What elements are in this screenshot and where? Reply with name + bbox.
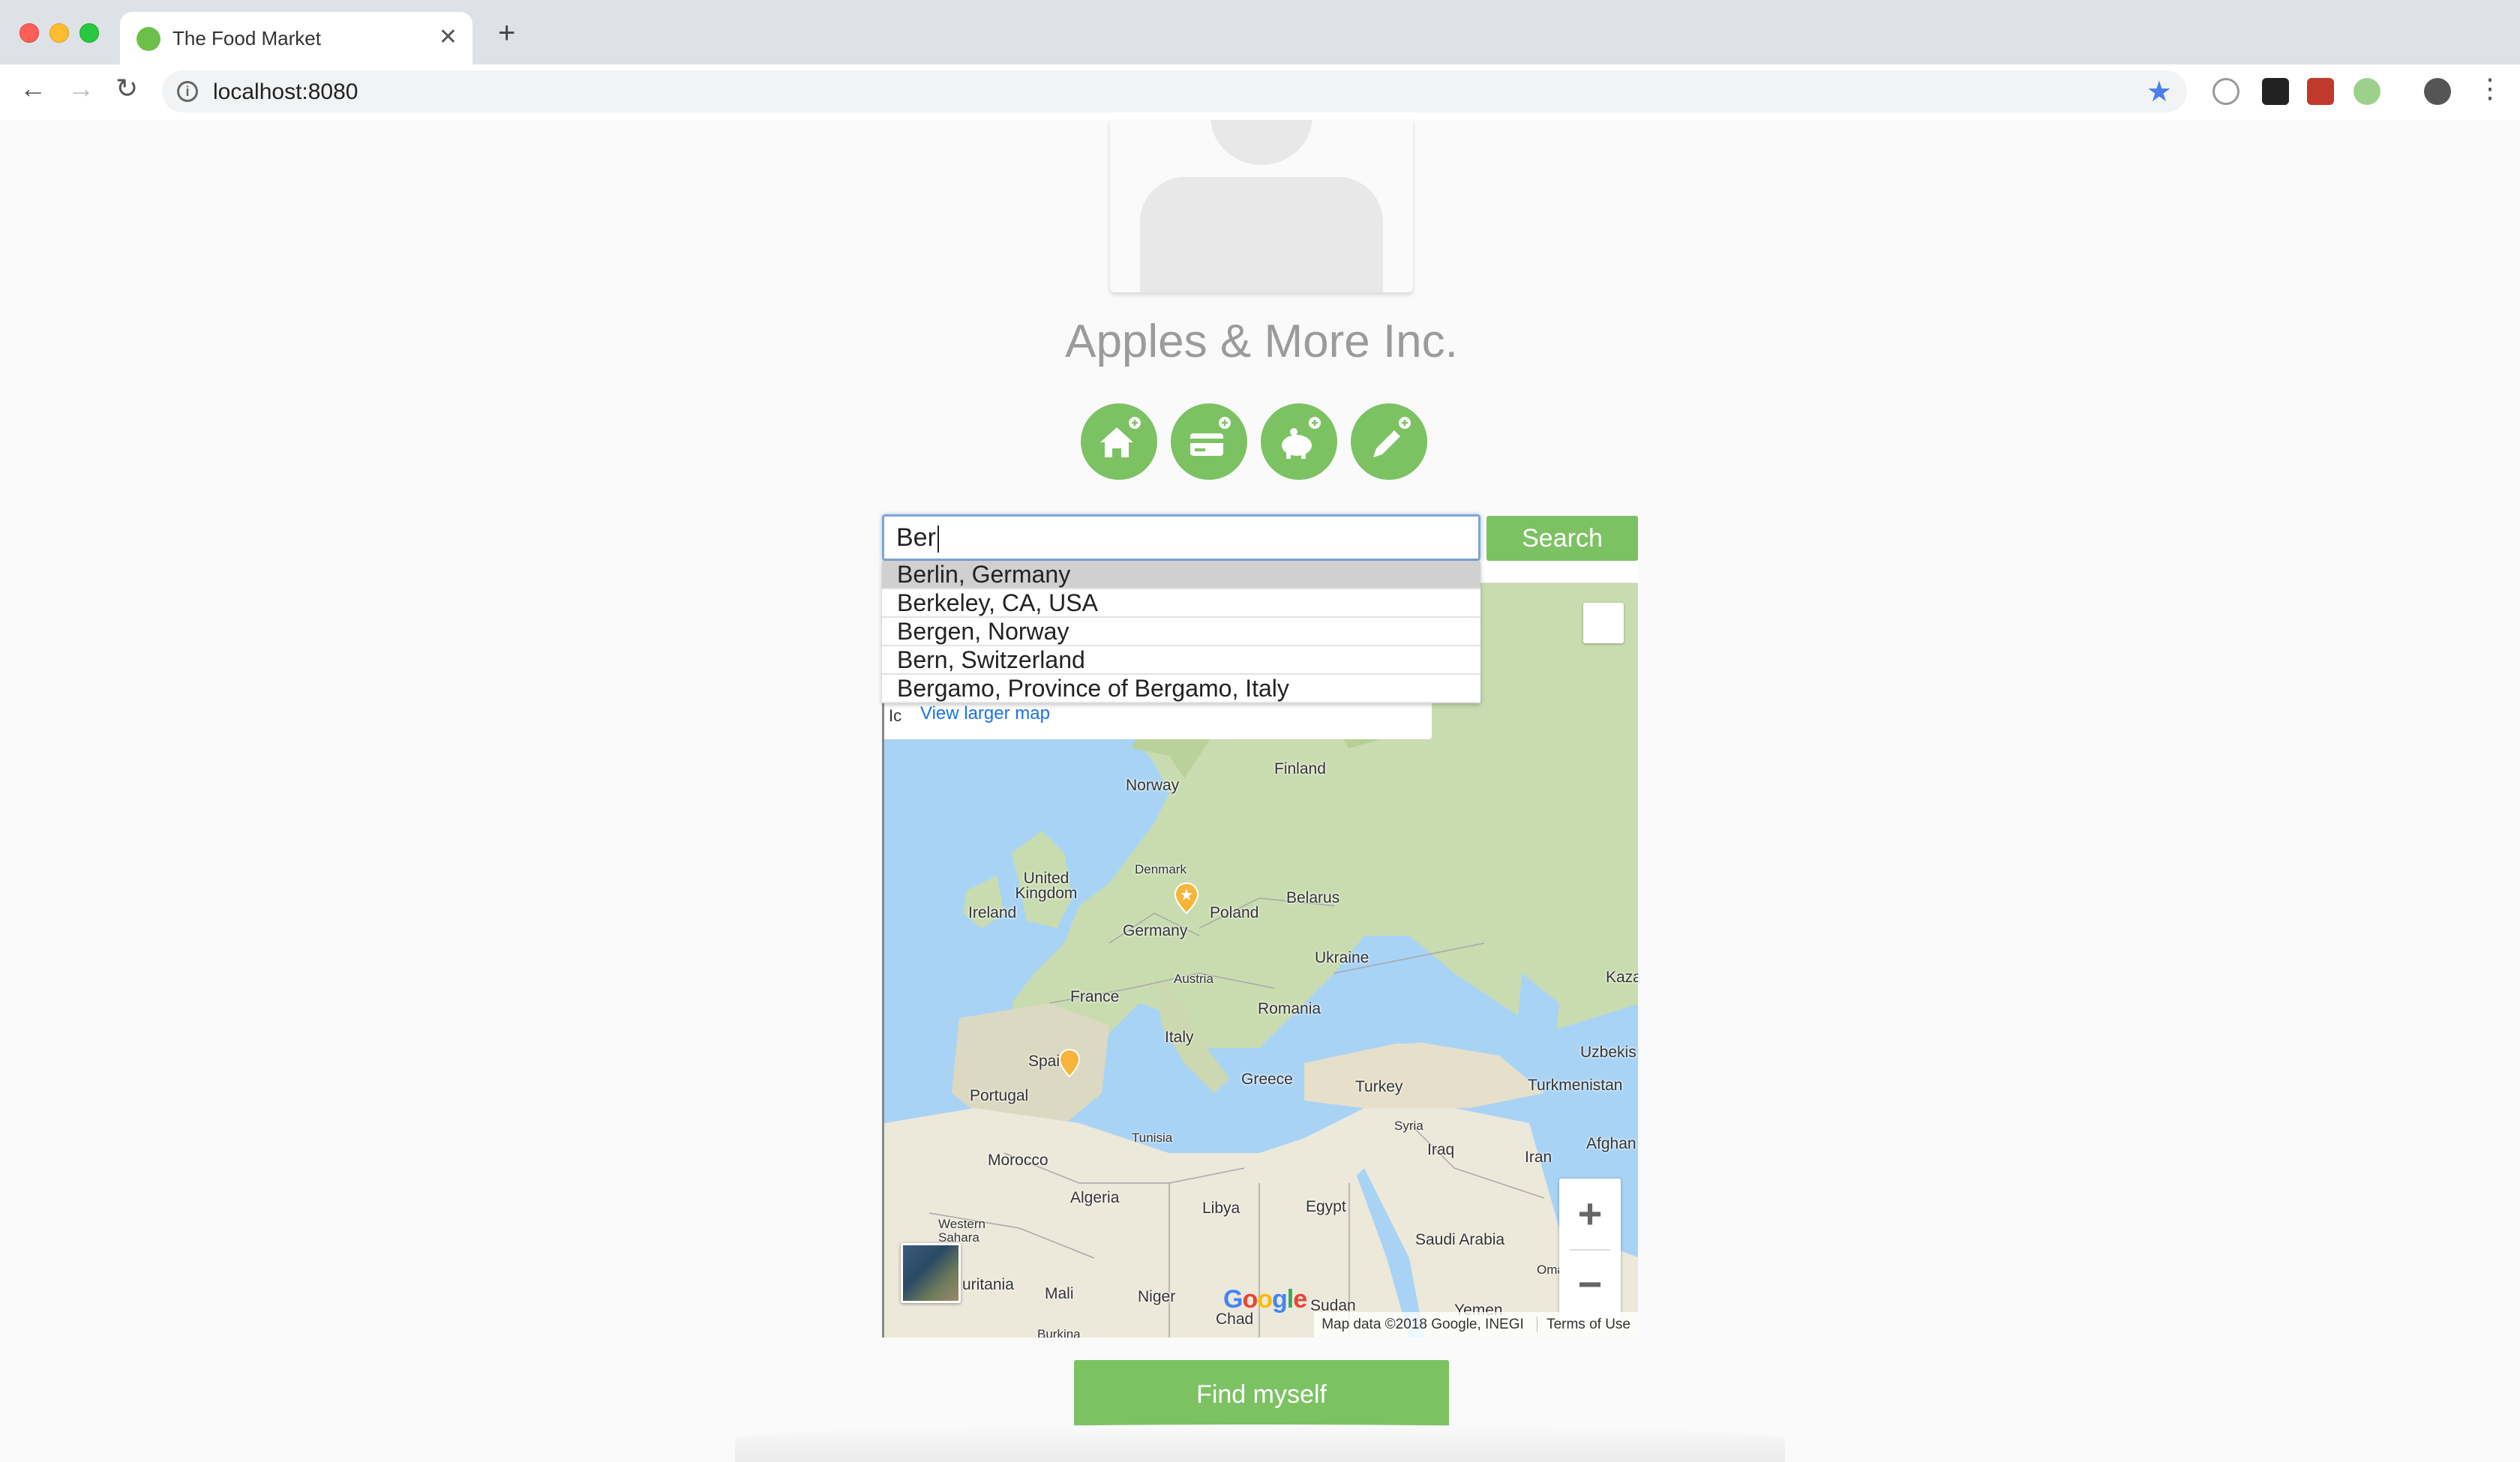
map-label: Portugal bbox=[970, 1087, 1029, 1104]
map-zoom-control: + − bbox=[1559, 1179, 1621, 1321]
extension-icon[interactable] bbox=[2212, 78, 2240, 105]
credit-card-plus-icon bbox=[1190, 417, 1231, 456]
map-label: Romania bbox=[1258, 1000, 1322, 1017]
map-label: United Kingdom bbox=[1015, 870, 1078, 902]
search-input-value: Ber bbox=[896, 523, 936, 552]
search-button[interactable]: Search bbox=[1486, 516, 1638, 561]
map-label: uritania bbox=[962, 1276, 1014, 1293]
map-label: Mali bbox=[1045, 1285, 1074, 1302]
add-address-button[interactable] bbox=[1081, 403, 1157, 480]
minimize-window-button[interactable] bbox=[50, 23, 69, 43]
map-label: Kaza bbox=[1606, 969, 1638, 986]
suggestion-item[interactable]: Bern, Switzerland bbox=[882, 646, 1480, 675]
map-label: Algeria bbox=[1070, 1189, 1120, 1206]
address-bar[interactable]: i localhost:8080 ★ bbox=[162, 70, 2187, 112]
map-label: Western Sahara bbox=[938, 1217, 986, 1245]
url-text[interactable]: localhost:8080 bbox=[213, 79, 358, 105]
map-info-card: Ic View larger map bbox=[884, 702, 1432, 739]
edit-profile-button[interactable] bbox=[1351, 403, 1427, 480]
map-label: Greece bbox=[1241, 1071, 1293, 1088]
zoom-in-button[interactable]: + bbox=[1559, 1179, 1621, 1249]
map-label: Niger bbox=[1138, 1288, 1176, 1305]
company-name: Apples & More Inc. bbox=[1060, 312, 1462, 372]
text-caret bbox=[937, 526, 939, 553]
map-label: Egypt bbox=[1306, 1198, 1346, 1215]
map-label: Saudi Arabia bbox=[1415, 1231, 1505, 1248]
suggestion-item[interactable]: Bergen, Norway bbox=[882, 618, 1480, 646]
map-label: Uzbekis bbox=[1580, 1044, 1636, 1061]
map-marker-icon[interactable] bbox=[1058, 1048, 1081, 1078]
map-label: Belarus bbox=[1286, 889, 1340, 906]
map-label: Tunisia bbox=[1132, 1131, 1173, 1145]
map-label: Afghan bbox=[1586, 1135, 1636, 1152]
map-label: Austria bbox=[1174, 972, 1214, 986]
profile-avatar-icon[interactable] bbox=[2424, 78, 2451, 105]
map-label: Italy bbox=[1165, 1029, 1194, 1046]
map-label: France bbox=[1070, 988, 1120, 1005]
add-savings-button[interactable] bbox=[1261, 403, 1337, 480]
google-logo: Google bbox=[1223, 1285, 1307, 1314]
map-label: Denmark bbox=[1135, 862, 1186, 876]
browser-tab[interactable]: The Food Market ✕ bbox=[120, 12, 472, 64]
map-data-credit: Map data ©2018 Google, INEGI bbox=[1322, 1317, 1524, 1332]
info-icon[interactable]: i bbox=[177, 81, 198, 102]
location-search-input[interactable]: Ber bbox=[882, 514, 1480, 561]
map-label: Ireland bbox=[968, 904, 1017, 921]
street-view-pegman-icon[interactable] bbox=[1583, 603, 1624, 643]
add-payment-button[interactable] bbox=[1171, 403, 1247, 480]
favicon-icon bbox=[136, 27, 160, 51]
home-plus-icon bbox=[1100, 417, 1141, 457]
avatar-head bbox=[1210, 120, 1312, 165]
footer-shadow bbox=[735, 1425, 1785, 1462]
extension-icon[interactable] bbox=[2262, 78, 2289, 105]
new-tab-button[interactable]: + bbox=[498, 18, 515, 48]
map-marker-icon[interactable] bbox=[1174, 882, 1199, 915]
profile-avatar bbox=[1110, 120, 1413, 292]
avatar-body bbox=[1140, 177, 1383, 292]
maximize-window-button[interactable] bbox=[80, 23, 99, 43]
suggestion-item[interactable]: Berkeley, CA, USA bbox=[882, 589, 1480, 618]
suggestion-item[interactable]: Bergamo, Province of Bergamo, Italy bbox=[882, 675, 1480, 703]
map-attribution: Map data ©2018 Google, INEGI Terms of Us… bbox=[1314, 1312, 1638, 1338]
tab-close-icon[interactable]: ✕ bbox=[439, 24, 458, 50]
extension-icon[interactable] bbox=[2354, 78, 2380, 105]
browser-chrome: The Food Market ✕ + ← → ↻ i localhost:80… bbox=[0, 0, 2520, 120]
tab-title: The Food Market bbox=[172, 27, 321, 49]
satellite-toggle-thumbnail[interactable] bbox=[901, 1243, 961, 1303]
map-label: Poland bbox=[1210, 904, 1259, 921]
extension-icon[interactable] bbox=[2307, 78, 2334, 105]
browser-menu-icon[interactable]: ⋮ bbox=[2476, 75, 2504, 102]
view-larger-map-link[interactable]: View larger map bbox=[920, 703, 1050, 724]
map-label: Iraq bbox=[1427, 1141, 1455, 1158]
map-label: Burkina bbox=[1037, 1327, 1081, 1338]
map-label: Syria bbox=[1394, 1119, 1424, 1133]
find-myself-button[interactable]: Find myself bbox=[1074, 1360, 1449, 1429]
terms-of-use-link[interactable]: Terms of Use bbox=[1537, 1317, 1630, 1332]
map-label: Turkey bbox=[1355, 1078, 1403, 1095]
browser-toolbar: ← → ↻ i localhost:8080 ★ ⋮ bbox=[0, 64, 2520, 120]
autocomplete-dropdown: Berlin, Germany Berkeley, CA, USA Bergen… bbox=[882, 561, 1480, 703]
forward-button[interactable]: → bbox=[68, 75, 94, 102]
close-window-button[interactable] bbox=[20, 23, 39, 43]
map-label: Libya bbox=[1202, 1200, 1240, 1217]
map-card-icon: Ic bbox=[889, 706, 902, 725]
bookmark-star-icon[interactable]: ★ bbox=[2146, 75, 2172, 109]
piggy-bank-plus-icon bbox=[1282, 417, 1321, 459]
map-label: Germany bbox=[1123, 922, 1188, 939]
back-button[interactable]: ← bbox=[20, 75, 46, 102]
reload-button[interactable]: ↻ bbox=[116, 75, 138, 102]
map-label: Finland bbox=[1274, 760, 1326, 777]
map-label: Norway bbox=[1126, 777, 1180, 794]
zoom-out-button[interactable]: − bbox=[1559, 1251, 1621, 1321]
map-label: Morocco bbox=[988, 1152, 1048, 1169]
pencil-plus-icon bbox=[1373, 417, 1411, 457]
map-label: Iran bbox=[1525, 1149, 1552, 1166]
suggestion-item[interactable]: Berlin, Germany bbox=[882, 561, 1480, 589]
map-label: Turkmenistan bbox=[1528, 1077, 1623, 1094]
map-label: Ukraine bbox=[1315, 949, 1370, 966]
